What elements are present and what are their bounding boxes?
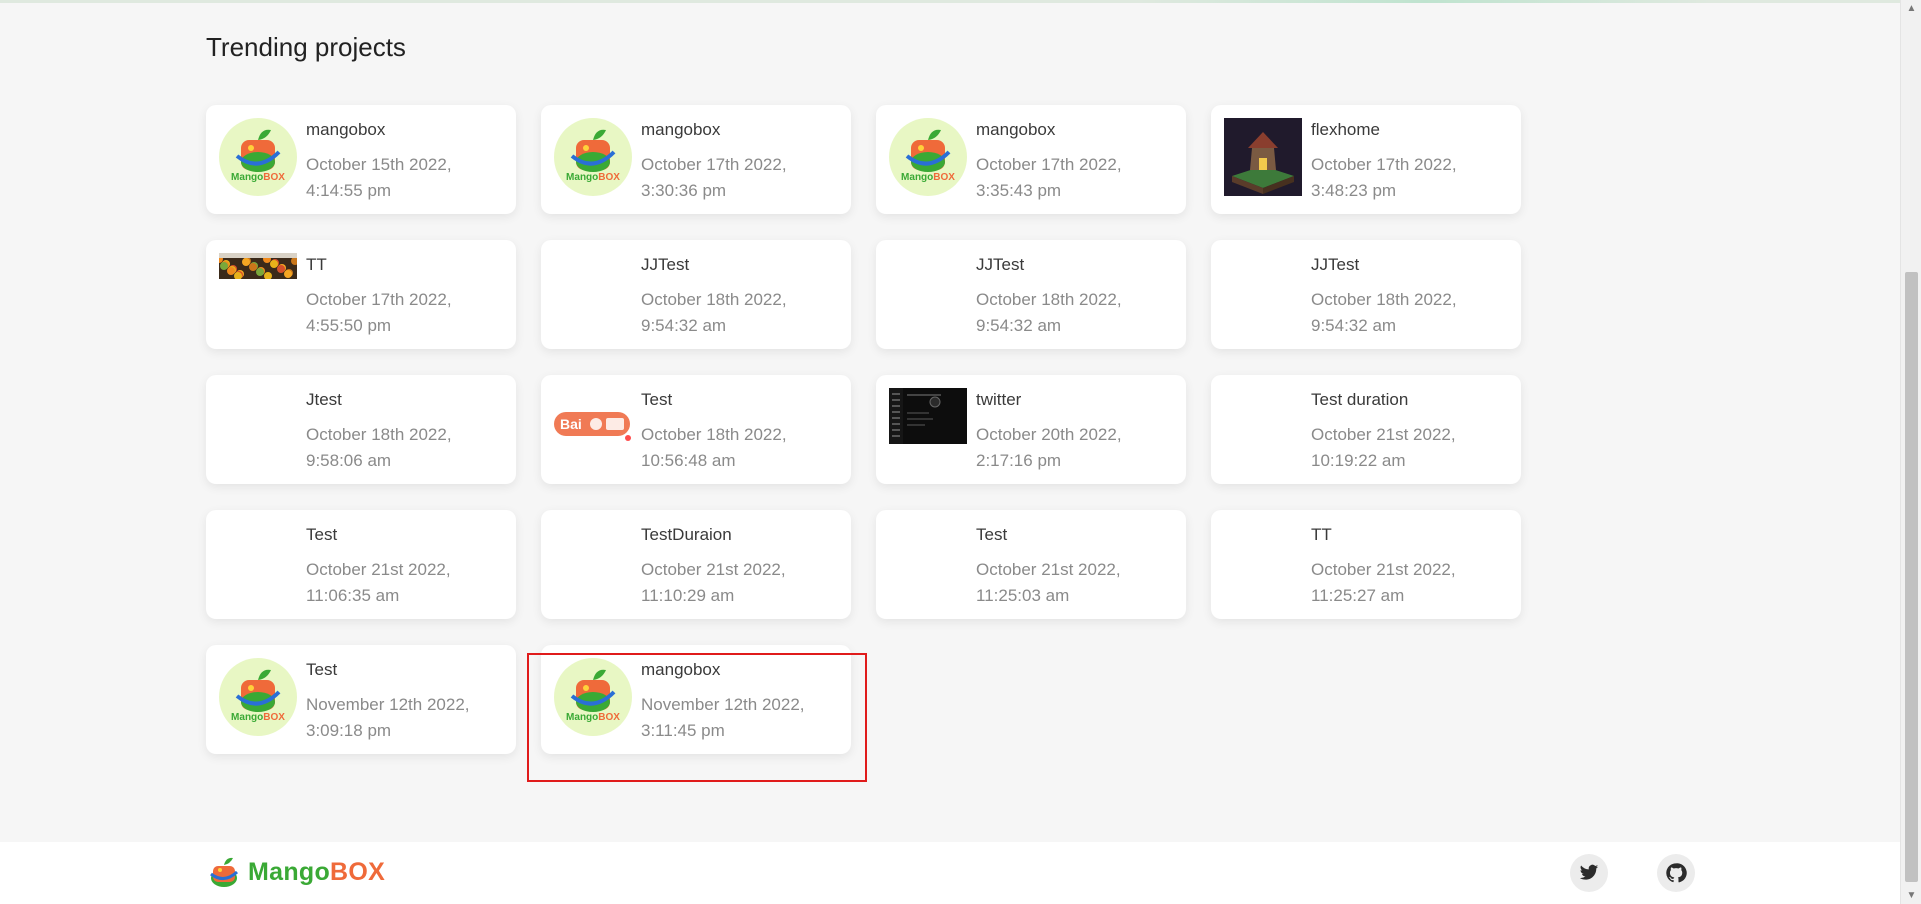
project-card[interactable]: JJTest October 18th 2022, 9:54:32 am — [876, 240, 1186, 349]
empty-thumbnail — [219, 523, 297, 601]
twitter-icon — [1579, 864, 1599, 880]
project-name: mangobox — [976, 120, 1056, 139]
project-date: October 18th 2022, 9:54:32 am — [1311, 290, 1457, 335]
github-icon — [1666, 863, 1687, 883]
project-name: mangobox — [641, 120, 721, 139]
project-card[interactable]: MangoBOX mangobox October 17th 2022, 3:35:… — [876, 105, 1186, 214]
project-date: October 18th 2022, 10:56:48 am — [641, 425, 787, 470]
twitter-button[interactable] — [1570, 854, 1608, 892]
project-card[interactable]: JJTest October 18th 2022, 9:54:32 am — [541, 240, 851, 349]
svg-text:Bai: Bai — [560, 416, 582, 432]
project-name: Test — [976, 525, 1008, 544]
footer: MangoBOX — [0, 842, 1900, 904]
svg-text:MangoBOX: MangoBOX — [566, 712, 620, 723]
svg-text:MangoBOX: MangoBOX — [231, 172, 285, 183]
svg-text:MangoBOX: MangoBOX — [231, 712, 285, 723]
scrollbar-thumb[interactable] — [1905, 272, 1918, 882]
scroll-up-arrow[interactable]: ▲ — [1901, 0, 1921, 17]
project-date: October 17th 2022, 3:48:23 pm — [1311, 155, 1457, 200]
mangobox-thumbnail: MangoBOX — [219, 658, 297, 736]
empty-thumbnail — [554, 523, 632, 601]
project-name: mangobox — [306, 120, 386, 139]
project-card[interactable]: TestDuraion October 21st 2022, 11:10:29 a… — [541, 510, 851, 619]
project-card[interactable]: MangoBOX mangobox October 17th 2022, 3:30:… — [541, 105, 851, 214]
project-card[interactable]: Test duration October 21st 2022, 10:19:22… — [1211, 375, 1521, 484]
empty-thumbnail — [889, 253, 967, 331]
fruit-market-thumbnail — [219, 253, 297, 331]
mangobox-thumbnail: MangoBOX — [889, 118, 967, 196]
footer-brand-logo[interactable]: MangoBOX — [206, 854, 385, 890]
project-date: October 20th 2022, 2:17:16 pm — [976, 425, 1122, 470]
project-date: October 18th 2022, 9:54:32 am — [976, 290, 1122, 335]
project-card[interactable]: MangoBOX mangobox October 15th 2022, 4:14:… — [206, 105, 516, 214]
project-date: October 21st 2022, 11:25:03 am — [976, 560, 1121, 605]
empty-thumbnail — [219, 388, 297, 466]
project-card[interactable]: flexhome October 17th 2022, 3:48:23 pm — [1211, 105, 1521, 214]
project-card[interactable]: Bai Test October 18th 2022, 10:56:48 am — [541, 375, 851, 484]
empty-thumbnail — [889, 523, 967, 601]
section-title: Trending projects — [206, 32, 406, 62]
project-card[interactable]: MangoBOX Test November 12th 2022, 3:09:18 … — [206, 645, 516, 754]
project-date: October 21st 2022, 11:06:35 am — [306, 560, 451, 605]
mangobox-logo-icon — [210, 857, 239, 887]
project-card[interactable]: JJTest October 18th 2022, 9:54:32 am — [1211, 240, 1521, 349]
project-date: November 12th 2022, 3:11:45 pm — [641, 695, 805, 740]
isometric-house-thumbnail — [1224, 118, 1302, 196]
project-date: October 18th 2022, 9:54:32 am — [641, 290, 787, 335]
project-card[interactable]: TT October 21st 2022, 11:25:27 am — [1211, 510, 1521, 619]
vertical-scrollbar[interactable]: ▲ ▼ — [1900, 0, 1921, 904]
empty-thumbnail — [1224, 523, 1302, 601]
project-name: TestDuraion — [641, 525, 732, 544]
project-card[interactable]: TT October 17th 2022, 4:55:50 pm — [206, 240, 516, 349]
project-card[interactable]: Test October 21st 2022, 11:06:35 am — [206, 510, 516, 619]
scroll-down-arrow[interactable]: ▼ — [1901, 887, 1921, 904]
project-date: October 21st 2022, 10:19:22 am — [1311, 425, 1456, 470]
project-card[interactable]: Jtest October 18th 2022, 9:58:06 am — [206, 375, 516, 484]
project-date: October 18th 2022, 9:58:06 am — [306, 425, 452, 470]
project-card[interactable]: twitter October 20th 2022, 2:17:16 pm — [876, 375, 1186, 484]
project-name: flexhome — [1311, 120, 1380, 139]
project-name: Test — [306, 660, 338, 679]
project-name: twitter — [976, 390, 1022, 409]
project-date: October 21st 2022, 11:25:27 am — [1311, 560, 1456, 605]
dark-app-thumbnail — [889, 388, 967, 466]
project-name: TT — [306, 255, 327, 274]
project-date: November 12th 2022, 3:09:18 pm — [306, 695, 470, 740]
svg-text:MangoBOX: MangoBOX — [566, 172, 620, 183]
mangobox-thumbnail: MangoBOX — [219, 118, 297, 196]
project-name: mangobox — [641, 660, 721, 679]
project-date: October 21st 2022, 11:10:29 am — [641, 560, 786, 605]
project-card[interactable]: Test October 21st 2022, 11:25:03 am — [876, 510, 1186, 619]
project-name: Test — [641, 390, 673, 409]
svg-text:MangoBOX: MangoBOX — [901, 172, 955, 183]
github-button[interactable] — [1657, 854, 1695, 892]
page: Trending projects MangoBOX mangobox Octobe… — [0, 0, 1900, 904]
empty-thumbnail — [1224, 388, 1302, 466]
trending-projects-grid: MangoBOX mangobox October 15th 2022, 4:14:… — [206, 105, 1521, 765]
project-name: JJTest — [641, 255, 690, 274]
mangobox-thumbnail: MangoBOX — [554, 118, 632, 196]
baidu-thumbnail: Bai — [554, 388, 632, 466]
project-name: Test duration — [1311, 390, 1409, 409]
footer-brand-text: MangoBOX — [248, 857, 386, 886]
empty-thumbnail — [554, 253, 632, 331]
project-card[interactable]: MangoBOX mangobox November 12th 2022, 3:11… — [541, 645, 851, 754]
project-date: October 15th 2022, 4:14:55 pm — [306, 155, 452, 200]
mangobox-thumbnail: MangoBOX — [554, 658, 632, 736]
project-date: October 17th 2022, 3:30:36 pm — [641, 155, 787, 200]
empty-thumbnail — [1224, 253, 1302, 331]
project-date: October 17th 2022, 4:55:50 pm — [306, 290, 452, 335]
project-date: October 17th 2022, 3:35:43 pm — [976, 155, 1122, 200]
project-name: Test — [306, 525, 338, 544]
project-name: Jtest — [306, 390, 342, 409]
top-accent-line — [0, 0, 1900, 3]
project-name: TT — [1311, 525, 1332, 544]
project-name: JJTest — [976, 255, 1025, 274]
project-name: JJTest — [1311, 255, 1360, 274]
